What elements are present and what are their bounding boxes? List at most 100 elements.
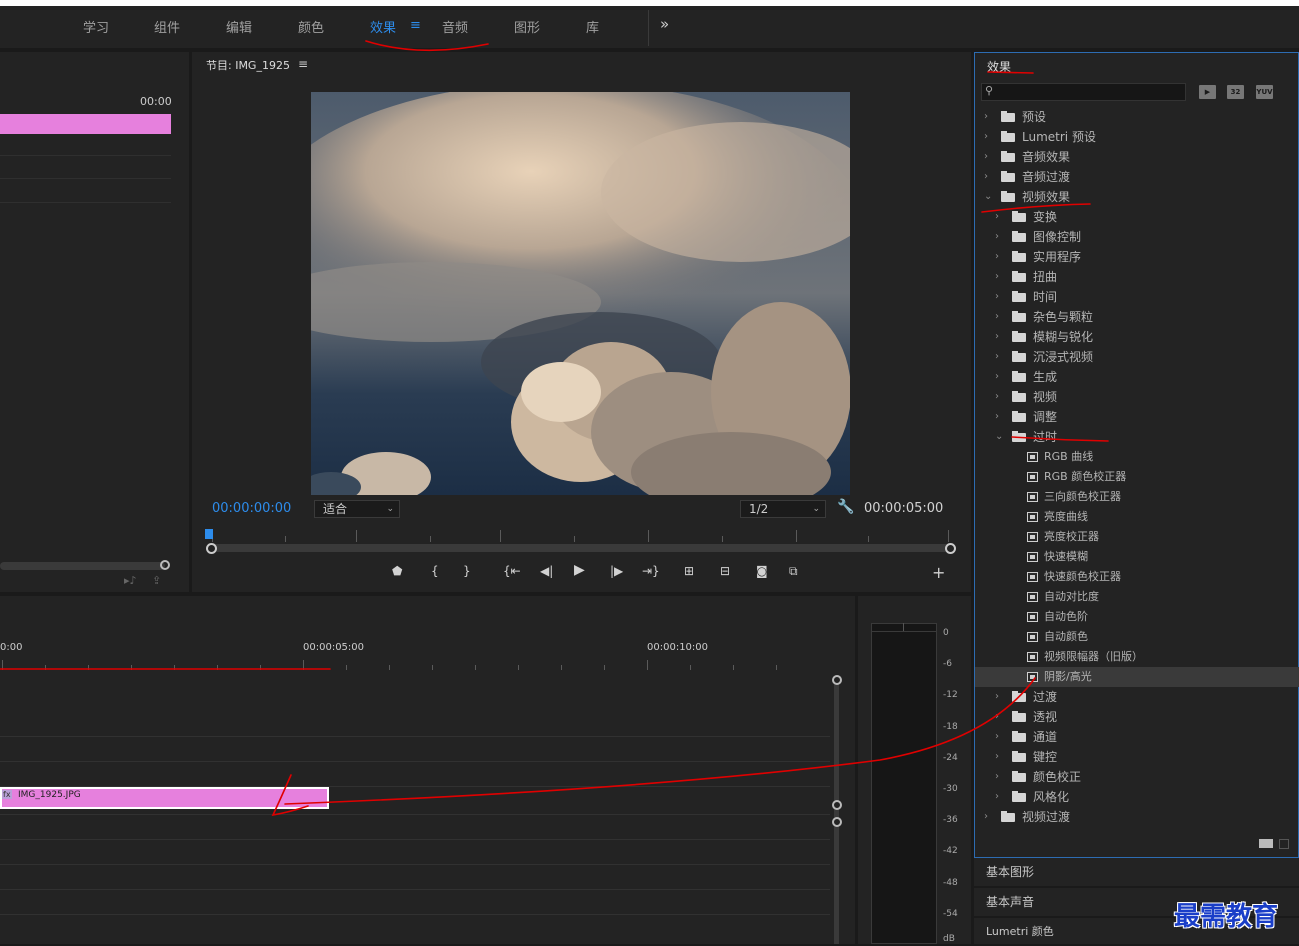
mark-in-icon[interactable]: { xyxy=(431,564,439,578)
chevron-right-icon[interactable]: › xyxy=(995,247,1005,267)
chevron-right-icon[interactable]: › xyxy=(995,687,1005,707)
chevron-right-icon[interactable]: › xyxy=(995,267,1005,287)
zoom-handle-right[interactable] xyxy=(945,543,956,554)
chevron-right-icon[interactable]: › xyxy=(984,807,994,827)
chevron-right-icon[interactable]: › xyxy=(995,407,1005,427)
source-clip-bar[interactable] xyxy=(0,114,171,134)
add-marker-icon[interactable]: ⬟ xyxy=(392,564,402,578)
chevron-right-icon[interactable]: › xyxy=(995,787,1005,807)
workspace-tab-learn[interactable]: 学习 xyxy=(83,17,109,36)
effects-tree-item[interactable]: › 图像控制 xyxy=(975,227,1299,247)
effects-tree-item[interactable]: ⌄ 过时 xyxy=(975,427,1299,447)
workspace-tab-audio[interactable]: 音频 xyxy=(442,17,468,36)
effects-tree-item[interactable]: › 音频效果 xyxy=(975,147,1299,167)
scroll-handle[interactable] xyxy=(832,817,842,827)
program-ruler[interactable] xyxy=(210,528,955,542)
chevron-right-icon[interactable]: › xyxy=(995,747,1005,767)
go-to-out-icon[interactable]: ⇥} xyxy=(642,564,660,578)
workspace-tab-color[interactable]: 颜色 xyxy=(298,17,324,36)
workspace-tab-effects[interactable]: 效果 xyxy=(370,17,396,36)
effects-tree-item[interactable]: › 通道 xyxy=(975,727,1299,747)
timeline-clip[interactable]: fx IMG_1925.JPG xyxy=(0,787,329,809)
chevron-right-icon[interactable]: › xyxy=(995,227,1005,247)
effects-tree-item[interactable]: › 颜色校正 xyxy=(975,767,1299,787)
workspace-tab-libraries[interactable]: 库 xyxy=(586,17,599,36)
effects-panel-tab[interactable]: 效果 xyxy=(987,58,1011,75)
timeline-ruler[interactable] xyxy=(0,660,820,670)
effects-tree-item[interactable]: › 透视 xyxy=(975,707,1299,727)
step-forward-icon[interactable]: |▶ xyxy=(610,564,623,578)
effects-tree-item[interactable]: › 音频过渡 xyxy=(975,167,1299,187)
effects-tree-item[interactable]: 三向颜色校正器 xyxy=(975,487,1299,507)
effects-tree-item[interactable]: 亮度校正器 xyxy=(975,527,1299,547)
effects-tree-item[interactable]: 自动颜色 xyxy=(975,627,1299,647)
effects-tree-item[interactable]: ⌄ 视频效果 xyxy=(975,187,1299,207)
step-back-icon[interactable]: ◀| xyxy=(540,564,553,578)
program-playhead[interactable] xyxy=(205,529,213,539)
panel-menu-icon[interactable]: ≡ xyxy=(298,57,308,71)
effects-tree-item[interactable]: › 风格化 xyxy=(975,787,1299,807)
effects-tree-item[interactable]: 视频限幅器（旧版） xyxy=(975,647,1299,667)
program-zoom-bar[interactable] xyxy=(210,544,952,552)
export-icon[interactable]: ⇪ xyxy=(152,574,161,587)
wrench-icon[interactable]: 🔧 xyxy=(837,499,854,515)
chevron-down-icon[interactable]: ⌄ xyxy=(984,187,994,207)
effects-search-field[interactable]: ⚲ xyxy=(981,83,1186,101)
chevron-down-icon[interactable]: ⌄ xyxy=(995,427,1005,447)
effects-tree-item[interactable]: › 沉浸式视频 xyxy=(975,347,1299,367)
effects-tree-item[interactable]: › Lumetri 预设 xyxy=(975,127,1299,147)
play-icon[interactable]: ▶ xyxy=(574,562,585,578)
lift-icon[interactable]: ⊞ xyxy=(684,564,694,578)
essential-graphics-panel-tab[interactable]: 基本图形 xyxy=(974,858,1299,886)
timeline-vertical-scrollbar[interactable] xyxy=(834,680,839,944)
yuv-effects-filter-icon[interactable]: YUV xyxy=(1256,85,1273,99)
effects-tree-item[interactable]: RGB 颜色校正器 xyxy=(975,467,1299,487)
workspace-tab-assembly[interactable]: 组件 xyxy=(154,17,180,36)
scroll-handle-top[interactable] xyxy=(832,675,842,685)
chevron-right-icon[interactable]: › xyxy=(995,287,1005,307)
add-button-icon[interactable]: + xyxy=(932,563,945,582)
scroll-handle[interactable] xyxy=(160,560,170,570)
effects-tree-item[interactable]: › 键控 xyxy=(975,747,1299,767)
chevron-right-icon[interactable]: › xyxy=(995,307,1005,327)
fit-dropdown[interactable]: 适合 ⌄ xyxy=(314,500,400,518)
effects-tree-item[interactable]: › 扭曲 xyxy=(975,267,1299,287)
chevron-right-icon[interactable]: › xyxy=(995,387,1005,407)
workspace-tab-editing[interactable]: 编辑 xyxy=(226,17,252,36)
resolution-dropdown[interactable]: 1/2 ⌄ xyxy=(740,500,826,518)
effects-tree-item[interactable]: › 视频 xyxy=(975,387,1299,407)
effects-search-input[interactable] xyxy=(998,85,1183,99)
chevron-right-icon[interactable]: › xyxy=(984,127,994,147)
effects-tree-item[interactable]: 阴影/高光 xyxy=(975,667,1299,687)
effects-tree-item[interactable]: › 杂色与颗粒 xyxy=(975,307,1299,327)
effects-tree-item[interactable]: RGB 曲线 xyxy=(975,447,1299,467)
zoom-handle-left[interactable] xyxy=(206,543,217,554)
effects-tree-item[interactable]: › 过渡 xyxy=(975,687,1299,707)
chevron-right-icon[interactable]: › xyxy=(995,347,1005,367)
mark-out-icon[interactable]: } xyxy=(463,564,471,578)
source-scrollbar[interactable] xyxy=(0,562,165,570)
chevron-right-icon[interactable]: › xyxy=(995,767,1005,787)
new-bin-icon[interactable] xyxy=(1259,839,1273,848)
effects-tree-item[interactable]: › 变换 xyxy=(975,207,1299,227)
chevron-right-icon[interactable]: › xyxy=(984,107,994,127)
workspace-tab-graphics[interactable]: 图形 xyxy=(514,17,540,36)
effects-tree-item[interactable]: › 生成 xyxy=(975,367,1299,387)
chevron-right-icon[interactable]: › xyxy=(984,167,994,187)
more-workspaces-icon[interactable]: » xyxy=(660,15,669,33)
workspace-menu-icon[interactable]: ≡ xyxy=(410,18,421,33)
go-to-in-icon[interactable]: {⇤ xyxy=(503,564,521,578)
program-current-timecode[interactable]: 00:00:00:00 xyxy=(212,501,291,516)
effects-tree-item[interactable]: › 时间 xyxy=(975,287,1299,307)
effects-tree-item[interactable]: 快速模糊 xyxy=(975,547,1299,567)
scroll-handle[interactable] xyxy=(832,800,842,810)
chevron-right-icon[interactable]: › xyxy=(995,207,1005,227)
effects-tree-item[interactable]: 自动色阶 xyxy=(975,607,1299,627)
effects-tree-item[interactable]: › 实用程序 xyxy=(975,247,1299,267)
effects-tree-item[interactable]: 亮度曲线 xyxy=(975,507,1299,527)
extract-icon[interactable]: ⊟ xyxy=(720,564,730,578)
effects-tree-item[interactable]: › 模糊与锐化 xyxy=(975,327,1299,347)
chevron-right-icon[interactable]: › xyxy=(995,707,1005,727)
effects-tree-item[interactable]: 自动对比度 xyxy=(975,587,1299,607)
32bit-effects-filter-icon[interactable]: 32 xyxy=(1227,85,1244,99)
